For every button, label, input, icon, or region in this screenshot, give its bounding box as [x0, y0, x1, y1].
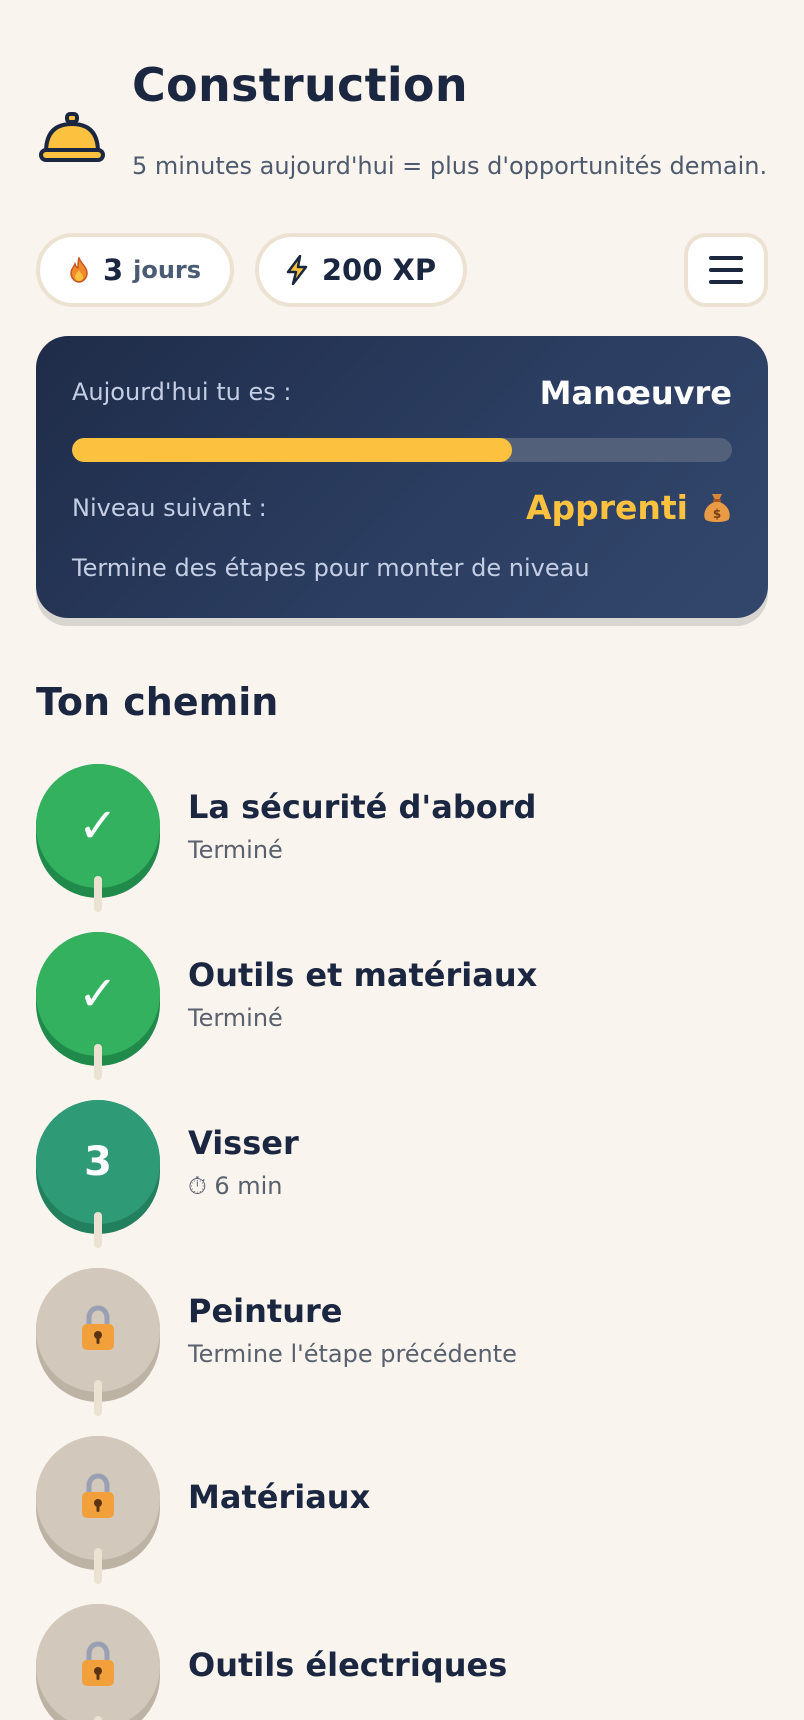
menu-button[interactable] [684, 233, 768, 307]
level-card: Aujourd'hui tu es : Manœuvre Niveau suiv… [36, 336, 768, 618]
header: Construction 5 minutes aujourd'hui = plu… [0, 0, 804, 210]
step-title: Peinture [188, 1292, 343, 1330]
step-title: Matériaux [188, 1478, 371, 1516]
next-level-label: Niveau suivant : [72, 494, 267, 522]
step-status: Terminé [188, 836, 283, 864]
path-step-4[interactable]: Peinture Termine l'étape précédente [36, 1268, 768, 1416]
xp-value: 200 XP [321, 253, 437, 287]
lightning-icon [286, 255, 308, 285]
next-level-name: Apprenti [525, 488, 688, 527]
path-step-1[interactable]: ✓ La sécurité d'abord Terminé [36, 764, 768, 912]
path-connector [94, 876, 102, 912]
svg-text:$: $ [713, 507, 721, 521]
streak-count: 3 [102, 253, 124, 287]
path-connector [94, 1044, 102, 1080]
page-subtitle: 5 minutes aujourd'hui = plus d'opportuni… [132, 152, 768, 180]
level-hint: Termine des étapes pour monter de niveau [72, 554, 590, 582]
level-progress-fill [72, 438, 513, 462]
step-number: 3 [84, 1139, 112, 1185]
money-bag-icon: $ [702, 491, 732, 525]
streak-unit: jours [133, 256, 202, 284]
flame-icon [69, 257, 89, 283]
path-connector [94, 1212, 102, 1248]
level-progress-bar [72, 438, 732, 462]
step-status: Terminé [188, 1004, 283, 1032]
check-icon: ✓ [77, 798, 119, 854]
hamburger-menu-icon [709, 256, 743, 260]
step-title: Outils et matériaux [188, 956, 538, 994]
lock-icon [78, 1472, 118, 1524]
step-status: Termine l'étape précédente [188, 1340, 517, 1368]
path-step-2[interactable]: ✓ Outils et matériaux Terminé [36, 932, 768, 1080]
path-step-6[interactable]: Outils électriques [36, 1604, 768, 1720]
current-level-label: Aujourd'hui tu es : [72, 378, 292, 406]
step-title: La sécurité d'abord [188, 788, 537, 826]
streak-pill[interactable]: 3 jours [36, 233, 234, 307]
step-title: Visser [188, 1124, 299, 1162]
lock-icon [78, 1304, 118, 1356]
step-duration: ⏱ 6 min [188, 1172, 283, 1200]
path-title: Ton chemin [36, 680, 279, 724]
xp-pill[interactable]: 200 XP [255, 233, 467, 307]
check-icon: ✓ [77, 966, 119, 1022]
path-connector [94, 1548, 102, 1584]
next-level: Apprenti $ [526, 488, 732, 527]
service-bell-icon [38, 108, 106, 166]
lock-icon [78, 1640, 118, 1692]
path-step-5[interactable]: Matériaux [36, 1436, 768, 1584]
current-level: Manœuvre [539, 374, 732, 412]
page-title: Construction [132, 58, 468, 112]
path-connector [94, 1380, 102, 1416]
step-title: Outils électriques [188, 1646, 508, 1684]
path-step-3[interactable]: 3 Visser ⏱ 6 min [36, 1100, 768, 1248]
path-connector [94, 1716, 102, 1720]
step-node-locked[interactable] [36, 1604, 160, 1720]
